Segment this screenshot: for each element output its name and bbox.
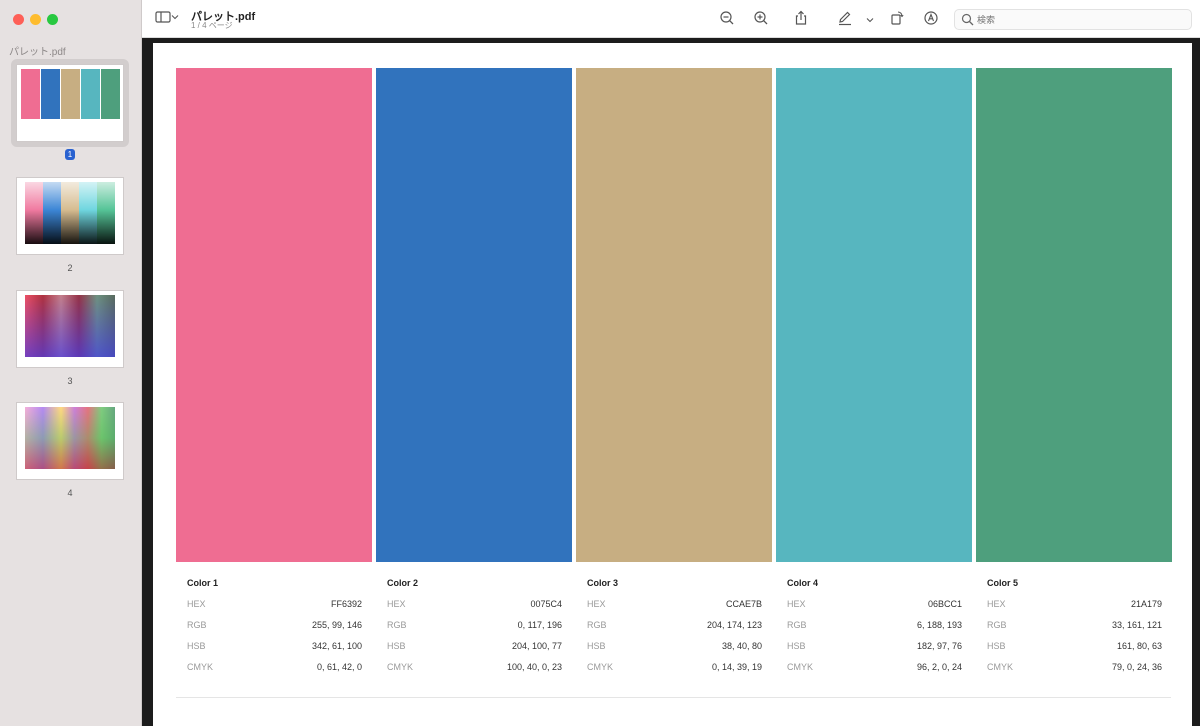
- rgb-value: 6, 188, 193: [916, 620, 962, 630]
- hsb-value: 38, 40, 80: [721, 641, 762, 651]
- hsb-label: HSB: [387, 641, 406, 651]
- share-icon[interactable]: [792, 10, 810, 28]
- cmyk-value: 100, 40, 0, 23: [506, 662, 562, 672]
- hex-value: FF6392: [330, 599, 362, 609]
- color-name: Color 5: [987, 578, 1019, 588]
- cmyk-label: CMYK: [987, 662, 1014, 672]
- hex-value: 21A179: [1130, 599, 1162, 609]
- thumbnail-sidebar: パレット.pdf 1 2 3 4: [0, 0, 142, 726]
- cmyk-value: 0, 61, 42, 0: [316, 662, 362, 672]
- hex-label: HEX: [187, 599, 206, 609]
- hsb-label: HSB: [787, 641, 806, 651]
- color-name: Color 3: [587, 578, 619, 588]
- document-viewer[interactable]: Color 1 HEX FF6392 RGB 255, 99, 146 HSB 342…: [142, 38, 1200, 726]
- hsb-value: 342, 61, 100: [311, 641, 362, 651]
- rgb-label: RGB: [987, 620, 1007, 630]
- rgb-value: 204, 174, 123: [706, 620, 762, 630]
- hsb-label: HSB: [987, 641, 1006, 651]
- fullscreen-window-button[interactable]: [47, 14, 58, 25]
- color-swatch-4: [776, 68, 972, 562]
- cmyk-value: 79, 0, 24, 36: [1111, 662, 1162, 672]
- hex-value: 06BCC1: [927, 599, 962, 609]
- page-indicator: 1 / 4 ページ: [191, 21, 233, 30]
- thumbnail-image: [17, 178, 123, 254]
- sidebar-title: パレット.pdf: [9, 47, 66, 58]
- search-icon: [961, 13, 974, 31]
- color-name: Color 2: [387, 578, 419, 588]
- color-name: Color 1: [187, 578, 219, 588]
- color-swatch-5: [976, 68, 1172, 562]
- minimize-window-button[interactable]: [30, 14, 41, 25]
- toolbar: パレット.pdf 1 / 4 ページ: [142, 0, 1200, 38]
- thumbnail-label-2: 2: [67, 263, 73, 273]
- chevron-down-icon[interactable]: [864, 10, 876, 28]
- thumbnail-page-2[interactable]: [11, 172, 129, 260]
- hex-value: CCAE7B: [725, 599, 762, 609]
- cmyk-label: CMYK: [387, 662, 414, 672]
- color-name: Color 4: [787, 578, 819, 588]
- thumbnail-label-1: 1: [11, 149, 129, 160]
- search-field[interactable]: [954, 9, 1192, 30]
- hsb-value: 182, 97, 76: [916, 641, 962, 651]
- cmyk-value: 0, 14, 39, 19: [711, 662, 762, 672]
- rgb-label: RGB: [387, 620, 407, 630]
- zoom-in-icon[interactable]: [752, 10, 770, 28]
- chevron-down-icon[interactable]: [170, 10, 180, 28]
- search-input[interactable]: [977, 12, 1177, 27]
- pdf-page: Color 1 HEX FF6392 RGB 255, 99, 146 HSB 342…: [153, 43, 1192, 726]
- hex-label: HEX: [387, 599, 406, 609]
- hex-label: HEX: [787, 599, 806, 609]
- close-window-button[interactable]: [13, 14, 24, 25]
- markup-pen-icon[interactable]: [836, 10, 854, 28]
- hsb-label: HSB: [587, 641, 606, 651]
- thumbnail-image: [17, 403, 123, 479]
- cmyk-value: 96, 2, 0, 24: [916, 662, 962, 672]
- zoom-out-icon[interactable]: [718, 10, 736, 28]
- hex-label: HEX: [987, 599, 1006, 609]
- footer-divider: [176, 697, 1171, 698]
- rgb-value: 0, 117, 196: [517, 620, 562, 630]
- rgb-value: 255, 99, 146: [311, 620, 362, 630]
- hsb-value: 161, 80, 63: [1116, 641, 1162, 651]
- thumbnail-page-4[interactable]: [11, 397, 129, 485]
- thumbnail-image: [17, 291, 123, 367]
- rgb-label: RGB: [787, 620, 807, 630]
- rgb-label: RGB: [187, 620, 207, 630]
- rgb-value: 33, 161, 121: [1111, 620, 1162, 630]
- color-swatch-3: [576, 68, 772, 562]
- thumbnail-label-4: 4: [67, 488, 73, 498]
- hex-label: HEX: [587, 599, 606, 609]
- cmyk-label: CMYK: [187, 662, 214, 672]
- color-swatch-1: [176, 68, 372, 562]
- hex-value: 0075C4: [530, 599, 562, 609]
- rotate-icon[interactable]: [888, 10, 906, 28]
- cmyk-label: CMYK: [587, 662, 614, 672]
- thumbnail-page-3[interactable]: [11, 285, 129, 373]
- rgb-label: RGB: [587, 620, 607, 630]
- hsb-label: HSB: [187, 641, 206, 651]
- annotate-icon[interactable]: [922, 10, 940, 28]
- thumbnail-label-3: 3: [67, 376, 73, 386]
- cmyk-label: CMYK: [787, 662, 814, 672]
- thumbnail-image: [17, 65, 123, 141]
- thumbnail-page-1[interactable]: [11, 59, 129, 147]
- color-swatch-2: [376, 68, 572, 562]
- hsb-value: 204, 100, 77: [511, 641, 562, 651]
